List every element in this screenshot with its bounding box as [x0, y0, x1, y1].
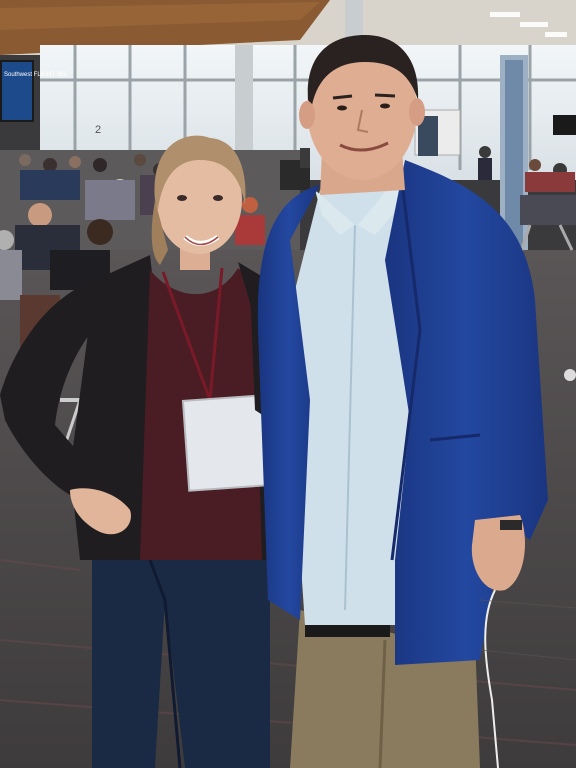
gate-sign-text: Southwest FLIGHT 362 — [4, 72, 67, 78]
photo-illustration: Southwest FLIGHT 362 2 — [0, 0, 576, 768]
photo-scene: Southwest FLIGHT 362 2 — [0, 0, 576, 768]
gate-number: 2 — [95, 124, 101, 136]
